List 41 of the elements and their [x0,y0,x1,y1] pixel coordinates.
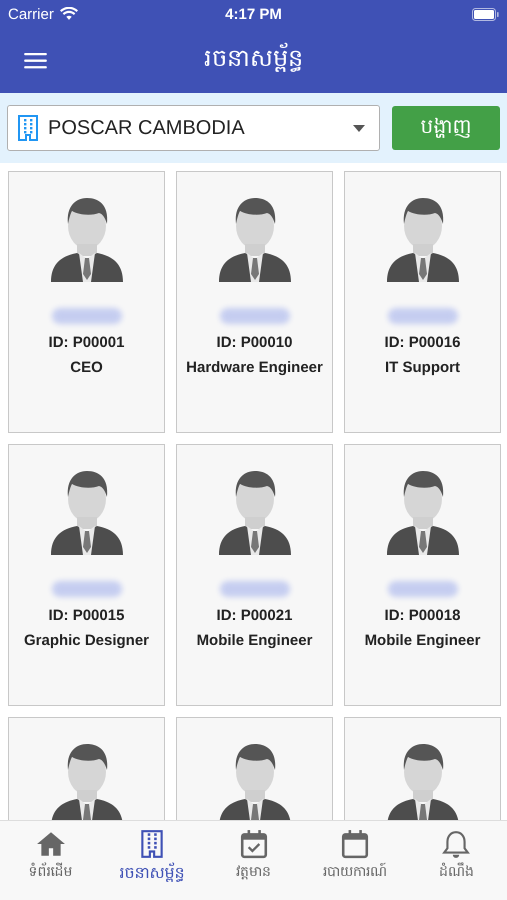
employee-id: ID: P00015 [48,607,124,624]
page-title: រចនាសម្ព័ន្ធ [47,43,460,78]
employee-card[interactable]: ID: P00021 Mobile Engineer [176,444,333,706]
carrier-label: Carrier [8,6,54,22]
clock-time: 4:17 PM [225,6,282,22]
employee-id: ID: P00001 [48,334,124,351]
blurred-name [220,308,290,324]
employee-card[interactable]: ID: P00015 Graphic Designer [8,444,165,706]
calendar-check-icon [238,829,269,859]
tab-item[interactable]: ដំណឹង [406,829,507,883]
job-title: CEO [70,359,103,376]
job-title: Hardware Engineer [186,359,323,376]
bell-icon [441,829,472,859]
battery-icon [472,8,500,20]
building-icon [18,115,38,141]
employee-id: ID: P00018 [384,607,460,624]
employee-id: ID: P00010 [216,334,292,351]
tab-item[interactable]: ទំព័រដើម [0,829,102,883]
tab-item[interactable]: របាយការណ៍ [304,829,406,883]
tab-item[interactable]: វត្តមាន [202,829,304,883]
job-title: Mobile Engineer [364,632,480,649]
tab-item[interactable]: រចនាសម្ព័ន្ធ [101,829,203,886]
employee-card[interactable]: ID: P00001 CEO [8,171,165,433]
company-dropdown[interactable]: POSCAR CAMBODIA [7,105,380,151]
blurred-name [388,308,458,324]
blurred-name [220,581,290,597]
blurred-name [52,308,122,324]
employee-card[interactable]: ID: P00016 IT Support [344,171,501,433]
employee-id: ID: P00016 [384,334,460,351]
wifi-icon [60,7,78,21]
employee-card[interactable]: ID: P00010 Hardware Engineer [176,171,333,433]
employee-id: ID: P00021 [216,607,292,624]
blurred-name [52,581,122,597]
job-title: Mobile Engineer [196,632,312,649]
job-title: IT Support [385,359,460,376]
job-title: Graphic Designer [24,632,150,649]
employee-card[interactable]: ID: P00018 Mobile Engineer [344,444,501,706]
menu-icon[interactable] [24,52,47,69]
blurred-name [388,581,458,597]
caret-icon [353,124,365,132]
calendar-icon [340,829,370,859]
